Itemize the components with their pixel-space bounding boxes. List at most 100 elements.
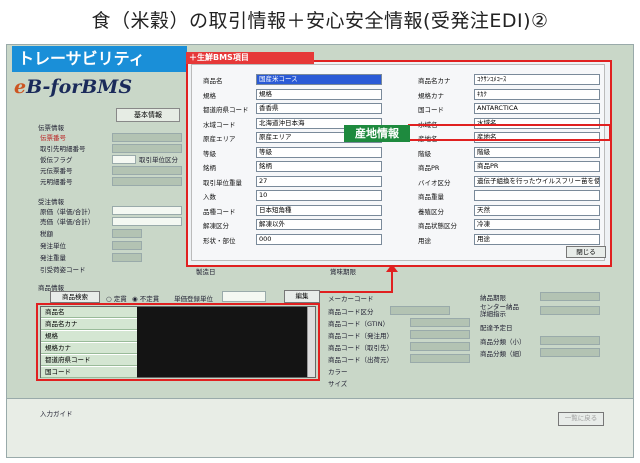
right-field-10[interactable]: 冷凍 — [474, 219, 600, 230]
right-field-9[interactable]: 天然 — [474, 204, 600, 216]
right-field-5[interactable]: 階級 — [474, 146, 600, 158]
input-guide-panel — [7, 398, 633, 457]
right-label-8: 商品重量 — [418, 193, 444, 201]
left-field-5[interactable]: 等級 — [256, 146, 382, 158]
right-field-0[interactable]: ｺｸｻﾝｺﾒｺｰｽ — [474, 74, 600, 85]
right-label-5: 階級 — [418, 149, 431, 158]
order-weight-field[interactable] — [112, 253, 142, 262]
left-label-1: 規格 — [203, 91, 216, 100]
label-temp-flag: 仮伝フラグ — [40, 156, 73, 164]
left-field-10[interactable]: 解凍以外 — [256, 219, 382, 230]
label-delivery-date: 配達予定日 — [480, 324, 513, 332]
label-size: サイズ — [328, 380, 348, 388]
left-label-0: 商品名 — [203, 77, 223, 85]
right-field-6[interactable]: 商品PR — [474, 161, 600, 172]
connector-arrow — [320, 264, 398, 293]
delivery-limit-field[interactable] — [540, 292, 600, 301]
left-field-8[interactable]: 10 — [256, 190, 382, 201]
code-order-field[interactable] — [410, 330, 470, 339]
back-to-list-button[interactable]: 一覧に戻る — [558, 412, 604, 426]
center-detail-field[interactable] — [540, 306, 600, 315]
label-trade-unit: 取引単位区分 — [139, 156, 178, 164]
radio-fixed[interactable]: ○ 定貫 — [106, 293, 127, 303]
orig-slip-field[interactable] — [112, 166, 182, 175]
class-fine-field[interactable] — [540, 348, 600, 357]
eb-forbms-logo: eB-forBMS — [14, 76, 133, 98]
label-code-type: 商品コード区分 — [328, 308, 374, 316]
label-price: 売価（単価/合計） — [40, 218, 95, 226]
right-field-11[interactable]: 用途 — [474, 233, 600, 245]
label-cost: 原価（単価/合計） — [40, 208, 95, 216]
right-label-1: 規格カナ — [418, 91, 444, 100]
left-field-7[interactable]: 27 — [256, 175, 382, 187]
class-small-field[interactable] — [540, 336, 600, 345]
temp-flag-field[interactable] — [112, 155, 136, 164]
product-search-button[interactable]: 商品検索 — [50, 291, 100, 303]
right-label-11: 用途 — [418, 236, 431, 245]
right-label-6: 商品PR — [418, 164, 440, 172]
orig-detail-field[interactable] — [112, 177, 182, 186]
code-ship-field[interactable] — [410, 354, 470, 363]
label-code-order: 商品コード（発注用） — [328, 332, 393, 340]
close-button[interactable]: 閉じる — [566, 246, 606, 258]
tab-basic-info[interactable]: 基本情報 — [116, 108, 180, 122]
traceability-banner: トレーサビリティ — [12, 46, 187, 72]
label-delivery-limit: 納品期限 — [480, 294, 506, 302]
right-label-10: 商品状態区分 — [418, 222, 457, 230]
label-code-ship: 商品コード（出荷元） — [328, 356, 393, 364]
label-color: カラー — [328, 368, 348, 376]
left-label-2: 都道府県コード — [203, 106, 249, 114]
left-label-11: 形状・部位 — [203, 236, 236, 245]
left-label-6: 銘柄 — [203, 164, 216, 172]
label-class-small: 商品分類（小） — [480, 338, 526, 346]
slip-no-field[interactable] — [112, 133, 182, 142]
page-title: 食（米穀）の取引情報＋安心安全情報(受発注EDI)② — [91, 10, 549, 32]
left-field-0[interactable]: 国産米コース — [256, 74, 382, 85]
product-grid-highlight — [36, 303, 320, 381]
left-label-7: 取引単位重量 — [203, 178, 242, 187]
label-order-weight: 発注重量 — [40, 254, 66, 262]
left-field-6[interactable]: 銘柄 — [256, 161, 382, 172]
label-code-partner: 商品コード（取引先） — [328, 344, 393, 352]
unit-register-field[interactable] — [222, 291, 266, 302]
left-field-1[interactable]: 規格 — [256, 88, 382, 100]
right-label-2: 国コード — [418, 106, 444, 114]
label-center-detail: センター納品 詳細指示 — [480, 303, 519, 318]
section-slip: 伝票情報 — [38, 124, 64, 132]
section-order: 受注情報 — [38, 198, 64, 206]
label-orig-slip: 元伝票番号 — [40, 167, 73, 175]
right-field-8[interactable] — [474, 190, 600, 201]
left-field-2[interactable]: 香香県 — [256, 103, 382, 114]
radio-unfixed[interactable]: ◉ 不定貫 — [132, 293, 159, 303]
label-detail-no: 取引先明細番号 — [40, 145, 86, 153]
code-type-field[interactable] — [390, 306, 450, 315]
price-field[interactable] — [112, 217, 182, 226]
label-package-code: 引受荷姿コード — [40, 266, 86, 274]
right-field-7[interactable]: 遺伝子組換を行ったウイルスフリー苗を使用 — [474, 175, 600, 187]
right-label-7: バイオ区分 — [418, 178, 451, 187]
left-label-8: 入数 — [203, 193, 216, 201]
label-orig-detail: 元明細番号 — [40, 178, 73, 186]
cost-field[interactable] — [112, 206, 182, 215]
detail-no-field[interactable] — [112, 144, 182, 153]
order-unit-field[interactable] — [112, 241, 142, 250]
code-partner-field[interactable] — [410, 342, 470, 351]
tax-field[interactable] — [112, 229, 142, 238]
label-unit-register: 単価登録単位 — [174, 295, 213, 303]
edit-button[interactable]: 編集 — [284, 290, 320, 303]
label-class-fine: 商品分類（細） — [480, 350, 526, 358]
left-field-11[interactable]: 000 — [256, 233, 382, 245]
label-slip-no: 伝票番号 — [40, 134, 66, 142]
left-label-9: 品種コード — [203, 207, 236, 216]
right-label-0: 商品名カナ — [418, 77, 451, 85]
code-gtin-field[interactable] — [410, 318, 470, 327]
left-label-4: 原産エリア — [203, 135, 236, 143]
right-field-1[interactable]: ｷｶｸ — [474, 88, 600, 100]
label-mfg-date: 製造日 — [196, 268, 216, 276]
fresh-bms-tag: ＋生鮮BMS項目 — [186, 52, 314, 64]
origin-info-tag: 産地情報 — [344, 125, 410, 142]
right-field-2[interactable]: ANTARCTICA — [474, 103, 600, 114]
label-input-guide: 入力ガイド — [40, 410, 73, 418]
left-field-9[interactable]: 日本短角種 — [256, 204, 382, 216]
left-label-3: 水域コード — [203, 120, 236, 129]
